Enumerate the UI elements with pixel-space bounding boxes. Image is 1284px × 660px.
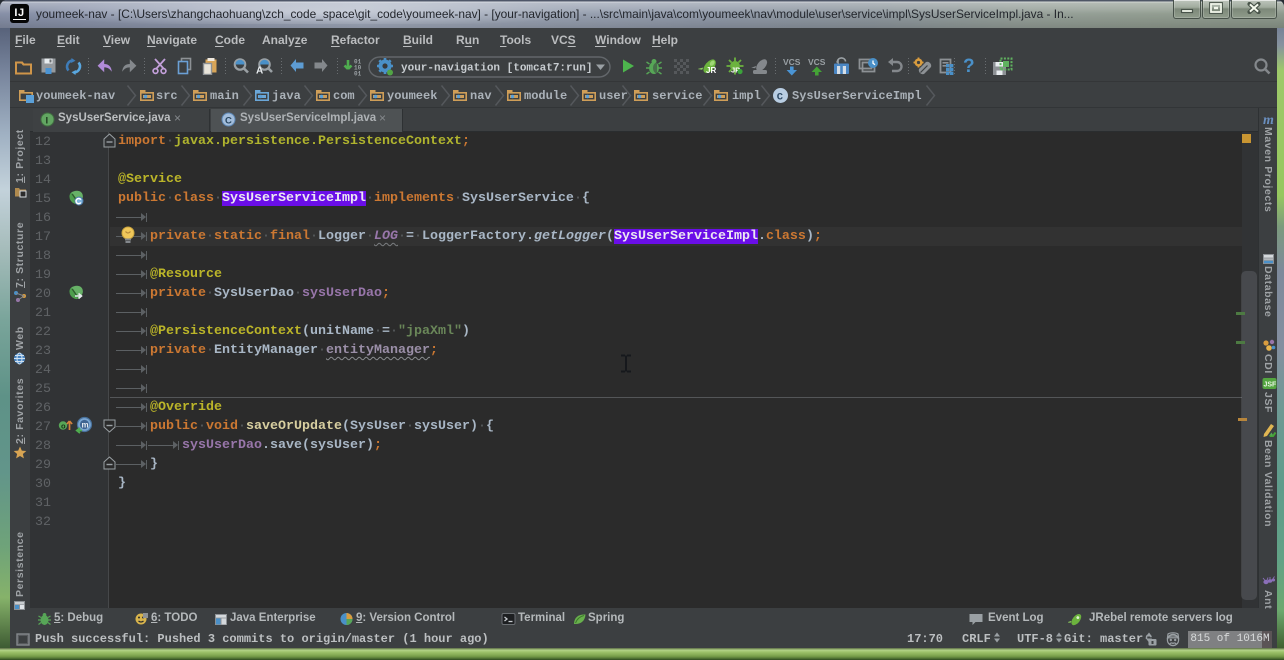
svg-text:A: A	[256, 66, 263, 77]
svg-text:JSF: JSF	[1264, 382, 1278, 389]
svg-text:m: m	[82, 421, 89, 430]
svg-text:I: I	[46, 116, 49, 127]
svg-text:C: C	[777, 92, 784, 104]
svg-text:01: 01	[354, 71, 362, 78]
svg-text:VCS: VCS	[808, 57, 826, 67]
svg-text:o: o	[61, 422, 66, 431]
svg-text:C: C	[225, 116, 232, 127]
svg-text:JR: JR	[706, 66, 716, 75]
svg-text:VCS: VCS	[783, 57, 801, 67]
svg-text:?: ?	[963, 56, 975, 76]
svg-text:your-navigation [tomcat7:run]: your-navigation [tomcat7:run]	[401, 63, 592, 75]
svg-text:m: m	[1263, 113, 1274, 126]
